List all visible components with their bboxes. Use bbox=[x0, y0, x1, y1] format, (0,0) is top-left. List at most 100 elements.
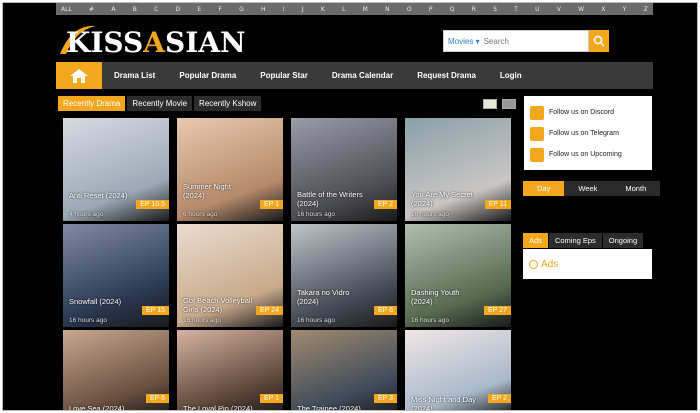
recent-tab[interactable]: Recently Kshow bbox=[194, 96, 262, 111]
drama-card[interactable]: EP 27 Dashing Youth (2024) 16 hours ago bbox=[405, 224, 511, 327]
drama-time: 16 hours ago bbox=[183, 317, 221, 324]
grid-view-button[interactable] bbox=[483, 99, 497, 109]
drama-title[interactable]: Snowfall (2024) bbox=[69, 297, 139, 306]
side-tab[interactable]: Coming Eps bbox=[548, 233, 602, 248]
drama-title[interactable]: The Loyal Pin (2024) bbox=[183, 404, 253, 410]
drama-title[interactable]: Takara no Vidro (2024) bbox=[297, 288, 367, 306]
drama-card[interactable]: EP 6 Takara no Vidro (2024) 16 hours ago bbox=[291, 224, 397, 327]
main-nav: Drama List Popular Drama Popular Star Drama… bbox=[56, 62, 653, 89]
drama-card[interactable]: EP 2 Miss Night and Day (2024) bbox=[405, 330, 511, 410]
drama-time: 4 hours ago bbox=[69, 211, 104, 218]
alphabet-letter[interactable]: X bbox=[601, 6, 605, 13]
nav-item[interactable]: Popular Star bbox=[248, 71, 320, 80]
drama-card[interactable]: EP 1 The Loyal Pin (2024) bbox=[177, 330, 283, 410]
alphabet-letter[interactable]: ALL bbox=[61, 6, 72, 13]
drama-title[interactable]: Summer Night (2024) bbox=[183, 182, 253, 200]
alphabet-letter[interactable]: P bbox=[429, 6, 433, 13]
follow-link[interactable]: Follow us on Discord bbox=[530, 102, 646, 123]
alphabet-letter[interactable]: L bbox=[342, 6, 345, 13]
recent-tab[interactable]: Recently Movie bbox=[127, 96, 193, 111]
drama-card[interactable]: EP 3 The Trainee (2024) bbox=[291, 330, 397, 410]
alphabet-letter[interactable]: I bbox=[283, 6, 285, 13]
episode-badge: EP 1 bbox=[259, 200, 283, 209]
episode-badge: EP 1 bbox=[259, 394, 283, 403]
home-icon bbox=[70, 68, 88, 83]
follow-link[interactable]: Follow us on Upcoming bbox=[530, 144, 646, 165]
side-tab[interactable]: Ongoing bbox=[602, 233, 644, 248]
alphabet-letter[interactable]: G bbox=[239, 6, 244, 13]
recent-tab[interactable]: Recently Drama bbox=[58, 96, 126, 111]
alphabet-letter[interactable]: Z bbox=[644, 6, 648, 13]
episode-badge: EP 6 bbox=[373, 306, 397, 315]
nav-item[interactable]: Request Drama bbox=[405, 71, 488, 80]
drama-title[interactable]: You Are My Secret (2024) bbox=[411, 190, 481, 208]
alphabet-letter[interactable]: Q bbox=[450, 6, 455, 13]
alphabet-letter[interactable]: O bbox=[407, 6, 412, 13]
drama-title[interactable]: Go! Beach Volleyball Girls (2024) bbox=[183, 296, 253, 314]
drama-card[interactable]: EP 15 Snowfall (2024) 16 hours ago bbox=[63, 224, 169, 327]
alphabet-letter[interactable]: T bbox=[514, 6, 518, 13]
alphabet-letter[interactable]: H bbox=[261, 6, 266, 13]
drama-time: 16 hours ago bbox=[411, 211, 449, 218]
drama-card[interactable]: EP 24 Go! Beach Volleyball Girls (2024) 16… bbox=[177, 224, 283, 327]
side-tab[interactable]: Ads bbox=[523, 233, 548, 248]
nav-item[interactable]: Login bbox=[488, 71, 534, 80]
drama-card[interactable]: EP 11 You Are My Secret (2024) 16 hours ag… bbox=[405, 118, 511, 221]
alphabet-letter[interactable]: K bbox=[321, 6, 325, 13]
alphabet-letter[interactable]: Y bbox=[623, 6, 627, 13]
alphabet-letter[interactable]: # bbox=[89, 6, 94, 13]
alphabet-letter[interactable]: F bbox=[218, 6, 221, 13]
episode-badge: EP 3 bbox=[373, 394, 397, 403]
alphabet-letter[interactable]: J bbox=[302, 6, 304, 13]
drama-card[interactable]: EP 1 Summer Night (2024) 6 hours ago bbox=[177, 118, 283, 221]
drama-card[interactable]: EP 6 Love Sea (2024) bbox=[63, 330, 169, 410]
alphabet-letter[interactable]: E bbox=[197, 6, 201, 13]
follow-label: Follow us on Telegram bbox=[549, 130, 619, 137]
discord-icon bbox=[530, 105, 544, 120]
alphabet-letter[interactable]: C bbox=[154, 6, 158, 13]
alphabet-letter[interactable]: D bbox=[176, 6, 181, 13]
search-button[interactable] bbox=[589, 30, 609, 52]
drama-title[interactable]: Anti Reset (2024) bbox=[69, 191, 139, 200]
alphabet-letter[interactable]: A bbox=[111, 6, 115, 13]
drama-title[interactable]: The Trainee (2024) bbox=[297, 404, 367, 410]
drama-card[interactable]: EP 10.5 Anti Reset (2024) 4 hours ago bbox=[63, 118, 169, 221]
drama-title[interactable]: Battle of the Writers (2024) bbox=[297, 190, 367, 208]
period-tab[interactable]: Month bbox=[611, 181, 661, 196]
period-tab[interactable]: Day bbox=[523, 181, 565, 196]
search-box: Movies ▾ bbox=[443, 30, 589, 52]
alphabet-letter[interactable]: S bbox=[493, 6, 497, 13]
alphabet-letter[interactable]: U bbox=[535, 6, 539, 13]
drama-title[interactable]: Love Sea (2024) bbox=[69, 404, 139, 410]
nav-item[interactable]: Drama List bbox=[102, 71, 167, 80]
search-scope-select[interactable]: Movies ▾ bbox=[444, 37, 484, 46]
view-toggle bbox=[483, 99, 516, 109]
alphabet-letter[interactable]: V bbox=[557, 6, 561, 13]
alphabet-letter[interactable]: R bbox=[472, 6, 476, 13]
alphabet-letter[interactable]: B bbox=[133, 6, 137, 13]
alphabet-letter[interactable]: M bbox=[363, 6, 368, 13]
episode-badge: EP 2 bbox=[487, 394, 511, 403]
side-tabs: Ads Coming Eps Ongoing bbox=[523, 233, 644, 248]
search-input[interactable] bbox=[483, 36, 584, 46]
drama-card[interactable]: EP 2 Battle of the Writers (2024) 16 hours… bbox=[291, 118, 397, 221]
alphabet-letter[interactable]: N bbox=[385, 6, 390, 13]
drama-time: 16 hours ago bbox=[297, 211, 335, 218]
page-frame: ALL # A B C D E F G H I J K L M N O P Q R S T U V W X Y Z KISSASIAN… bbox=[2, 2, 698, 411]
telegram-icon bbox=[530, 126, 544, 141]
alphabet-letter[interactable]: W bbox=[578, 6, 584, 13]
alphabet-bar: ALL # A B C D E F G H I J K L M N O P Q R S T U V W X Y Z bbox=[56, 3, 653, 15]
drama-title[interactable]: Miss Night and Day (2024) bbox=[411, 395, 481, 410]
site-logo[interactable]: KISSASIAN bbox=[58, 20, 258, 60]
episode-badge: EP 11 bbox=[484, 200, 511, 209]
ads-ring-icon bbox=[529, 259, 538, 269]
episode-badge: EP 2 bbox=[373, 200, 397, 209]
list-view-button[interactable] bbox=[502, 99, 516, 109]
nav-item[interactable]: Drama Calendar bbox=[320, 71, 405, 80]
drama-title[interactable]: Dashing Youth (2024) bbox=[411, 288, 481, 306]
home-button[interactable] bbox=[56, 62, 102, 89]
nav-item[interactable]: Popular Drama bbox=[167, 71, 248, 80]
follow-link[interactable]: Follow us on Telegram bbox=[530, 123, 646, 144]
drama-time: 16 hours ago bbox=[297, 317, 335, 324]
period-tab[interactable]: Week bbox=[564, 181, 612, 196]
